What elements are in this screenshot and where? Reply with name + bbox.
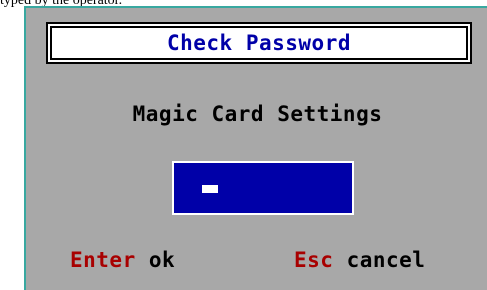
password-input[interactable] — [172, 161, 354, 215]
ok-button[interactable]: Enter ok — [70, 248, 175, 276]
enter-key-label: Enter — [70, 248, 136, 272]
check-password-dialog: Check Password Magic Card Settings Enter… — [24, 8, 487, 290]
dialog-title-bar: Check Password — [46, 22, 472, 64]
cancel-action-label: cancel — [346, 248, 426, 272]
dialog-title: Check Password — [166, 31, 351, 55]
dialog-subtitle: Magic Card Settings — [132, 102, 383, 126]
cancel-button[interactable]: Esc cancel — [294, 248, 425, 276]
ok-action-label: ok — [148, 248, 176, 272]
text-cursor-icon — [202, 185, 218, 193]
esc-key-label: Esc — [294, 248, 334, 272]
